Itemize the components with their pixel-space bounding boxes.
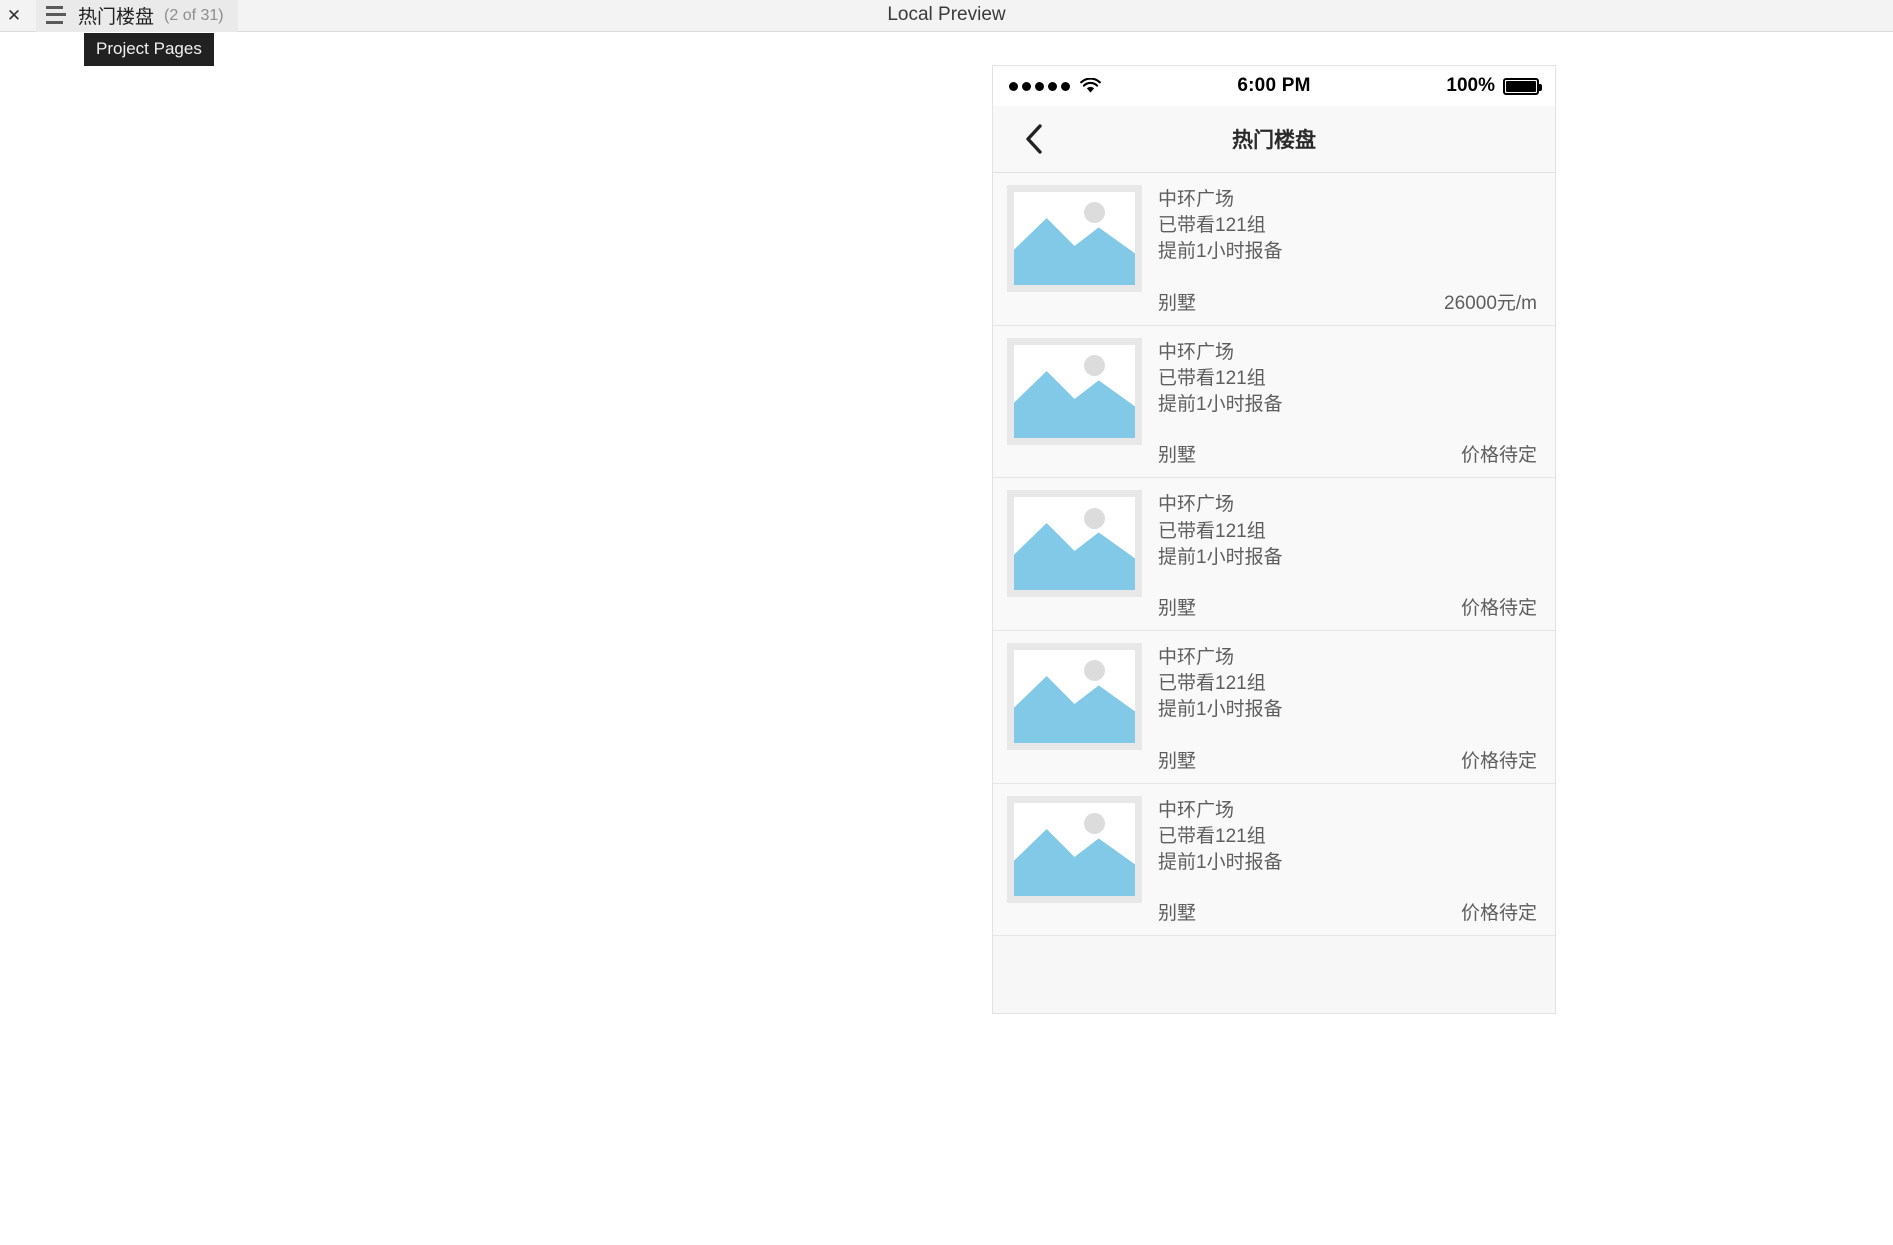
listing-row[interactable]: 中环广场 已带看121组 提前1小时报备 别墅 价格待定 — [993, 630, 1555, 784]
image-placeholder-icon — [1007, 490, 1142, 598]
listing-row-footer: 别墅 价格待定 — [1158, 898, 1537, 925]
listing-row-body: 中环广场 已带看121组 提前1小时报备 别墅 价格待定 — [1158, 796, 1537, 926]
battery-percent-label: 100% — [1446, 75, 1495, 96]
listing-list: 中环广场 已带看121组 提前1小时报备 别墅 26000元/m 中环广场 已带… — [993, 173, 1555, 937]
image-placeholder-icon — [1007, 642, 1142, 750]
image-placeholder-icon — [1007, 337, 1142, 445]
listing-row-footer: 别墅 价格待定 — [1158, 440, 1537, 467]
listing-price: 价格待定 — [1460, 445, 1537, 467]
phone-nav-bar: 热门楼盘 — [993, 106, 1555, 173]
listing-notice: 提前1小时报备 — [1158, 852, 1283, 874]
listing-visit-count: 已带看121组 — [1158, 215, 1266, 237]
listing-price: 价格待定 — [1460, 903, 1537, 925]
listing-row-body: 中环广场 已带看121组 提前1小时报备 别墅 价格待定 — [1158, 490, 1537, 620]
listing-notice: 提前1小时报备 — [1158, 241, 1283, 263]
listing-row-body: 中环广场 已带看121组 提前1小时报备 别墅 26000元/m — [1158, 185, 1537, 315]
image-placeholder-icon — [1007, 185, 1142, 292]
listing-row-footer: 别墅 26000元/m — [1158, 288, 1537, 315]
listing-row[interactable]: 中环广场 已带看121组 提前1小时报备 别墅 价格待定 — [993, 783, 1555, 937]
listing-row-footer: 别墅 价格待定 — [1158, 593, 1537, 620]
listing-type: 别墅 — [1158, 292, 1197, 314]
hamburger-menu-icon[interactable] — [46, 5, 66, 24]
listing-row[interactable]: 中环广场 已带看121组 提前1小时报备 别墅 价格待定 — [993, 478, 1555, 631]
listing-type: 别墅 — [1158, 903, 1197, 925]
listing-visit-count: 已带看121组 — [1158, 367, 1266, 389]
application-top-bar: ✕ 热门楼盘 (2 of 31) Local Preview — [0, 0, 1893, 32]
page-title: 热门楼盘 — [1232, 129, 1316, 152]
listing-price: 价格待定 — [1460, 750, 1537, 772]
project-pages-tooltip: Project Pages — [84, 33, 214, 66]
phone-preview-panel: 6:00 PM 100% 热门楼盘 中环广场 已带看121组 提前1小时报备 别… — [992, 65, 1556, 1014]
listing-name: 中环广场 — [1158, 341, 1235, 363]
battery-full-icon — [1503, 77, 1542, 95]
tab-page-counter: (2 of 31) — [164, 6, 224, 24]
listing-row-footer: 别墅 价格待定 — [1158, 746, 1537, 773]
battery-group: 100% — [1446, 75, 1542, 97]
listing-visit-count: 已带看121组 — [1158, 520, 1266, 542]
listing-type: 别墅 — [1158, 750, 1197, 772]
listing-row-body: 中环广场 已带看121组 提前1小时报备 别墅 价格待定 — [1158, 643, 1537, 773]
preview-mode-label: Local Preview — [887, 4, 1006, 25]
listing-price: 价格待定 — [1460, 597, 1537, 619]
close-icon[interactable]: ✕ — [0, 0, 28, 32]
preview-canvas: 6:00 PM 100% 热门楼盘 中环广场 已带看121组 提前1小时报备 别… — [0, 32, 1893, 1245]
listing-notice: 提前1小时报备 — [1158, 546, 1283, 568]
listing-price: 26000元/m — [1444, 292, 1537, 314]
listing-type: 别墅 — [1158, 445, 1197, 467]
tab-title: 热门楼盘 — [78, 7, 155, 28]
listing-name: 中环广场 — [1158, 646, 1235, 668]
listing-visit-count: 已带看121组 — [1158, 673, 1266, 695]
ios-status-bar: 6:00 PM 100% — [993, 66, 1555, 106]
listing-name: 中环广场 — [1158, 189, 1235, 210]
project-pages-tab[interactable]: 热门楼盘 (2 of 31) — [36, 0, 238, 32]
listing-notice: 提前1小时报备 — [1158, 394, 1283, 416]
listing-type: 别墅 — [1158, 597, 1197, 619]
listing-row-body: 中环广场 已带看121组 提前1小时报备 别墅 价格待定 — [1158, 338, 1537, 468]
listing-name: 中环广场 — [1158, 799, 1235, 821]
listing-name: 中环广场 — [1158, 494, 1235, 516]
listing-notice: 提前1小时报备 — [1158, 699, 1283, 721]
listing-row[interactable]: 中环广场 已带看121组 提前1小时报备 别墅 价格待定 — [993, 325, 1555, 479]
image-placeholder-icon — [1007, 795, 1142, 903]
listing-row[interactable]: 中环广场 已带看121组 提前1小时报备 别墅 26000元/m — [993, 173, 1555, 326]
listing-visit-count: 已带看121组 — [1158, 825, 1266, 847]
